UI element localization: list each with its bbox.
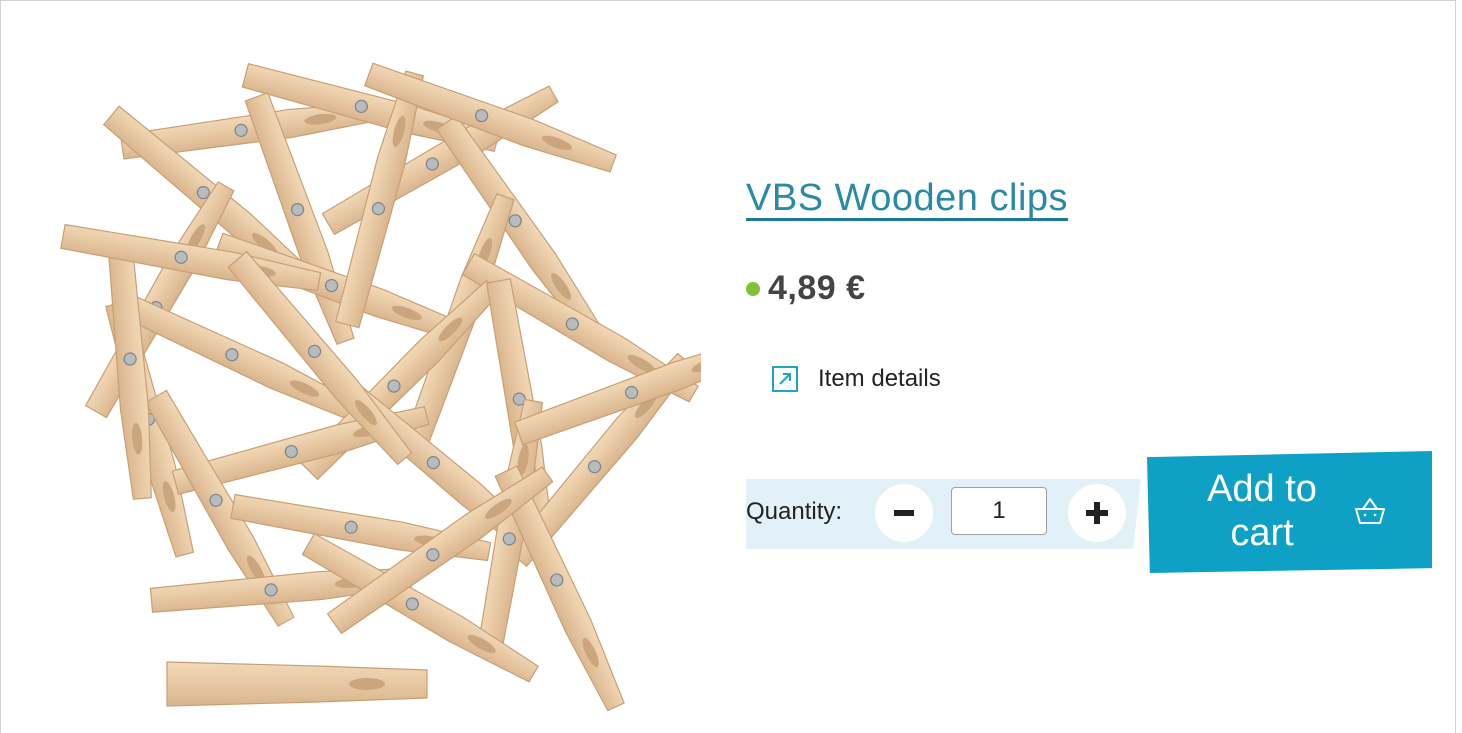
clothespins-illustration	[60, 62, 701, 712]
plus-icon	[1086, 502, 1108, 524]
add-to-cart-button[interactable]: Add to cart	[1147, 451, 1432, 573]
item-details-label: Item details	[818, 365, 941, 392]
increase-quantity-button[interactable]	[1068, 484, 1126, 542]
quantity-label: Quantity:	[746, 498, 843, 525]
clothespin-shape	[84, 181, 235, 419]
minus-icon	[894, 510, 914, 516]
product-image[interactable]	[41, 29, 701, 719]
decrease-quantity-button[interactable]	[875, 484, 933, 542]
clothespin-shape	[166, 661, 428, 707]
price-row: 4,89 €	[746, 269, 866, 308]
product-title-link[interactable]: VBS Wooden clips	[746, 177, 1068, 220]
quantity-input[interactable]	[951, 487, 1047, 535]
external-arrow-icon	[772, 366, 798, 392]
basket-icon	[1355, 498, 1385, 524]
availability-dot	[746, 281, 760, 296]
product-price: 4,89 €	[768, 269, 866, 307]
add-to-cart-label: Add to cart	[1207, 468, 1317, 554]
product-card: VBS Wooden clips 4,89 € Item details Qua…	[0, 0, 1456, 733]
item-details-link[interactable]: Item details	[772, 365, 941, 393]
